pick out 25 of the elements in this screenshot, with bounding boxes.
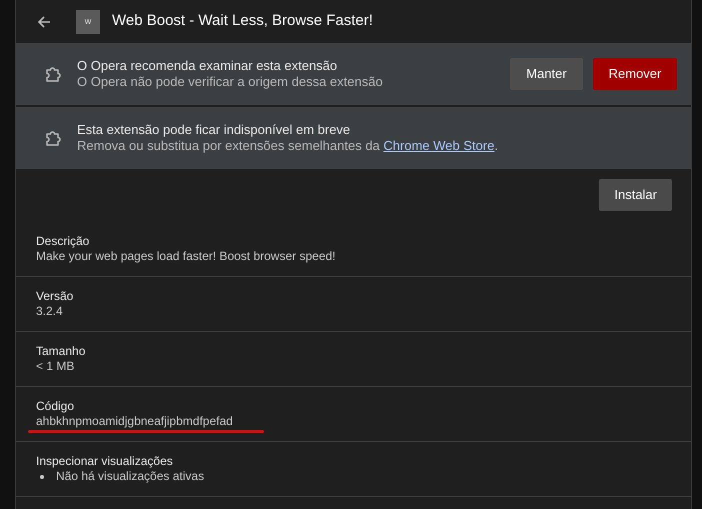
bullet-icon [40, 474, 44, 478]
detail-value: Não há visualizações ativas [56, 469, 204, 484]
extension-icon: w [76, 10, 100, 34]
detail-label: Tamanho [36, 344, 86, 359]
warning-text: O Opera não pode verificar a origem dessa extensão [77, 74, 383, 90]
detail-label: Código [36, 399, 74, 414]
warning-title: Esta extensão pode ficar indisponível em breve [77, 122, 350, 138]
remove-button[interactable]: Remover [593, 58, 677, 90]
detail-label: Versão [36, 289, 74, 304]
extension-title: Web Boost - Wait Less, Browse Faster! [112, 11, 373, 32]
store-link[interactable]: Chrome Web Store [383, 138, 494, 153]
puzzle-icon [44, 65, 62, 83]
puzzle-icon [44, 129, 62, 147]
detail-value: ahbkhnpmoamidjgbneafjipbmdfpefad [36, 414, 233, 429]
install-button[interactable]: Instalar [599, 179, 672, 211]
back-button[interactable] [36, 14, 52, 30]
keep-button[interactable]: Manter [510, 58, 583, 90]
detail-value: < 1 MB [36, 359, 74, 374]
detail-label: Inspecionar visualizações [36, 454, 173, 469]
back-icon [37, 14, 51, 28]
detail-value: Make your web pages load faster! Boost browser speed! [36, 248, 336, 264]
detail-label: Descrição [36, 234, 90, 248]
warning-title: O Opera recomenda examinar esta extensão [77, 58, 338, 74]
warning-text: Remova ou substitua por extensões semelhantes da Chrome Web Store. [77, 138, 498, 154]
detail-value: 3.2.4 [36, 304, 63, 319]
